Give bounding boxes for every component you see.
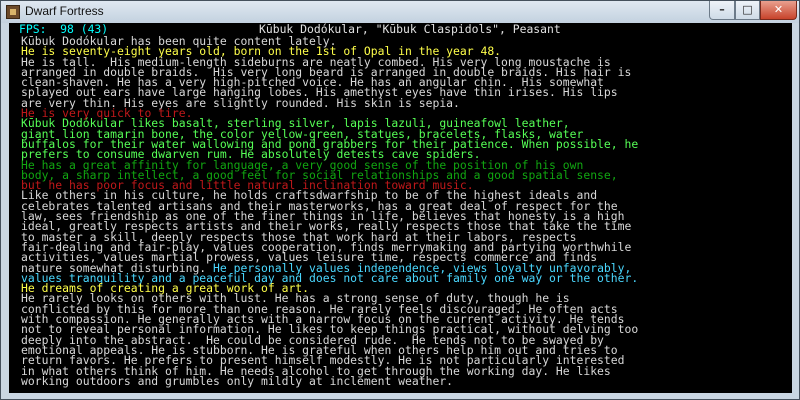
game-viewport[interactable]: FPS: 98 (43) Kūbuk Dodókular, "Kūbuk Cla… <box>9 23 792 393</box>
fps-counter: FPS: 98 (43) <box>19 23 109 36</box>
unit-description: Kūbuk Dodókular has been quite content l… <box>21 35 791 393</box>
minimize-button[interactable]: – <box>709 1 735 20</box>
dwarf-fortress-app-icon <box>6 5 20 19</box>
maximize-button[interactable]: □ <box>735 1 760 20</box>
title-bar[interactable]: Dwarf Fortress – □ ✕ <box>1 1 799 23</box>
app-window: Dwarf Fortress – □ ✕ FPS: 98 (43) Kūbuk … <box>0 0 800 400</box>
window-title: Dwarf Fortress <box>25 4 104 18</box>
close-button[interactable]: ✕ <box>760 1 797 20</box>
unit-name-title: Kūbuk Dodókular, "Kūbuk Claspidols", Pea… <box>259 23 561 36</box>
description-line: working outdoors and grumbles only mildl… <box>21 373 454 388</box>
